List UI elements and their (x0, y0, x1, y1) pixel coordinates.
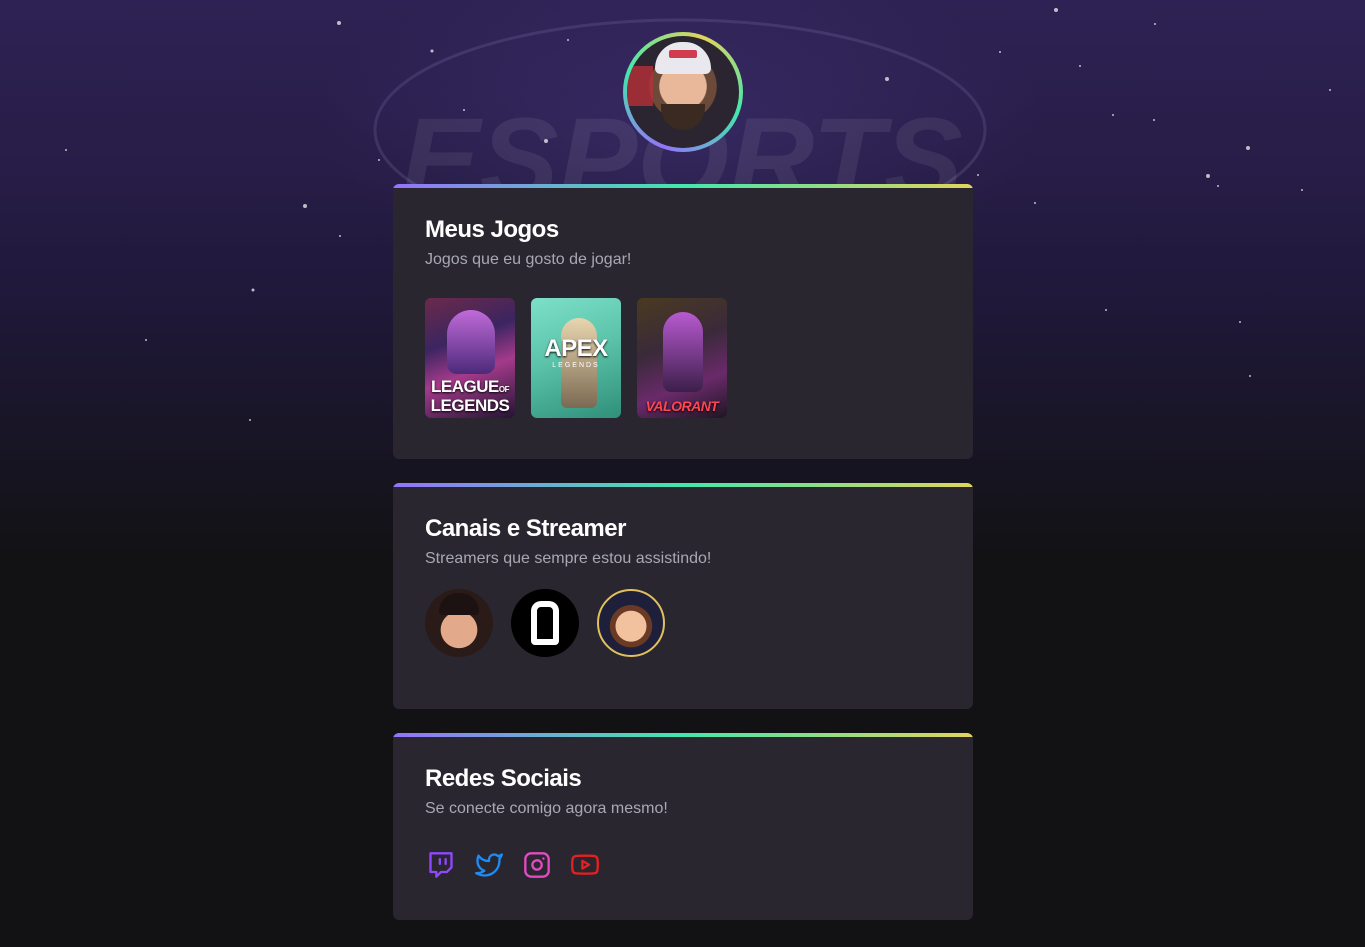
game-apex-legends[interactable]: APEX LEGENDS (531, 298, 621, 418)
streamer-avatar-1[interactable] (425, 589, 493, 657)
twitch-link[interactable] (425, 849, 457, 881)
lol-logo-line1: LEAGUE (431, 377, 499, 396)
games-card-title: Meus Jogos (425, 216, 559, 243)
games-card: Meus Jogos Jogos que eu gosto de jogar! … (393, 184, 973, 459)
youtube-link[interactable] (569, 849, 601, 881)
game-valorant[interactable]: VALORANT (637, 298, 727, 418)
social-card-title: Redes Sociais (425, 765, 582, 792)
social-links (425, 849, 941, 881)
social-card-subtitle: Se conecte comigo agora mesmo! (425, 800, 668, 817)
instagram-icon (524, 852, 550, 878)
profile-avatar-ring (623, 32, 743, 152)
streamers-card-title: Canais e Streamer (425, 515, 626, 542)
streamer-2-logo-icon (531, 601, 559, 645)
game-league-of-legends[interactable]: LEAGUEOF LEGENDS (425, 298, 515, 418)
twitter-link[interactable] (473, 849, 505, 881)
twitter-icon (475, 853, 503, 877)
streamer-avatar-2[interactable] (511, 589, 579, 657)
games-list: LEAGUEOF LEGENDS APEX LEGENDS VALORANT (425, 298, 941, 418)
apex-logo-sub: LEGENDS (552, 362, 600, 369)
apex-logo: APEX (544, 335, 608, 362)
streamers-list (425, 589, 941, 657)
valorant-logo: VALORANT (645, 398, 719, 414)
social-card: Redes Sociais Se conecte comigo agora me… (393, 733, 973, 920)
lol-logo-of: OF (498, 385, 510, 394)
lol-logo: LEAGUEOF LEGENDS (425, 377, 515, 415)
youtube-icon (570, 854, 600, 875)
profile-avatar (627, 36, 739, 148)
lol-logo-line2: LEGENDS (430, 396, 510, 415)
lol-artwork (447, 310, 495, 374)
avatar-cap (655, 42, 711, 74)
games-card-subtitle: Jogos que eu gosto de jogar! (425, 251, 632, 268)
streamer-avatar-3[interactable] (597, 589, 665, 657)
streamers-card: Canais e Streamer Streamers que sempre e… (393, 483, 973, 709)
instagram-link[interactable] (521, 849, 553, 881)
valorant-artwork (663, 312, 703, 392)
streamers-card-subtitle: Streamers que sempre estou assistindo! (425, 550, 712, 567)
avatar-background-detail (627, 66, 653, 106)
twitch-icon (429, 852, 453, 878)
avatar-beard (661, 104, 705, 130)
